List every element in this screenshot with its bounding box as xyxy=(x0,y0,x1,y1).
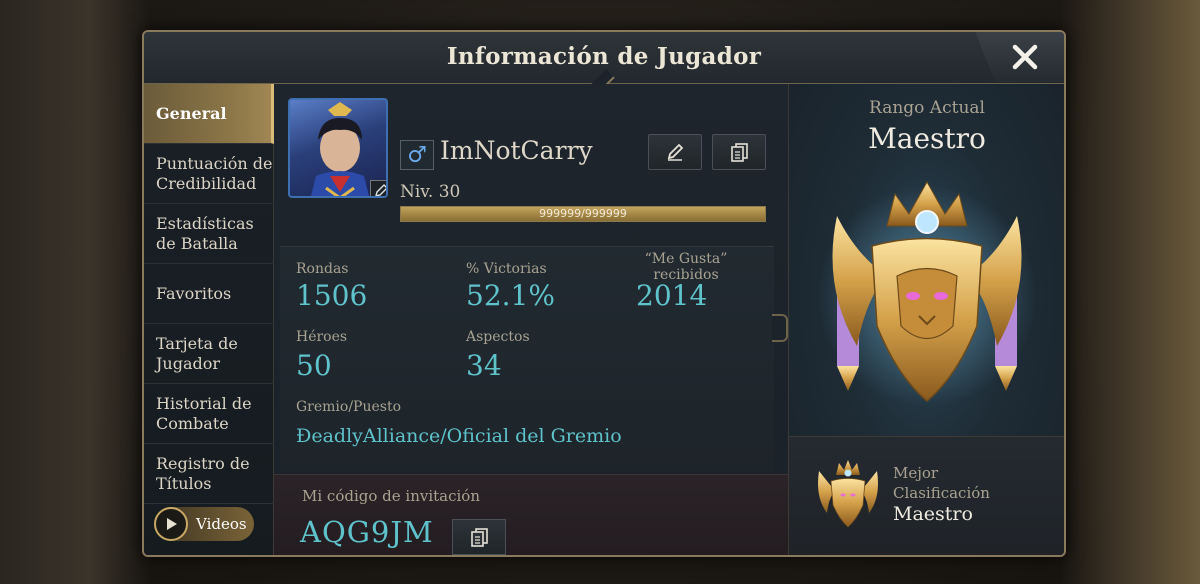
avatar-edit-icon[interactable] xyxy=(370,180,386,196)
copy-invite-button[interactable] xyxy=(452,519,506,555)
nav-item-general[interactable]: General xyxy=(144,84,274,144)
close-icon xyxy=(1012,44,1038,70)
heroes-label: Héroes xyxy=(296,329,348,345)
guild-value: ÐeadlyAlliance/Oficial del Gremio xyxy=(296,425,622,447)
best-rank-panel: Mejor Clasificación Maestro xyxy=(789,436,1064,555)
copy-icon xyxy=(471,528,488,547)
winrate-label: % Victorias xyxy=(466,261,547,277)
rank-panel: Rango Actual Maestro Mejor Clasificación… xyxy=(788,84,1064,555)
skins-value: 34 xyxy=(466,349,502,382)
nav-item-label: Estadísticas de Batalla xyxy=(156,213,254,253)
rounds-value: 1506 xyxy=(296,279,368,312)
background-left xyxy=(0,0,150,584)
current-rank-label: Rango Actual xyxy=(869,98,985,118)
invite-code: AQG9JM xyxy=(300,515,434,549)
avatar[interactable] xyxy=(288,98,388,198)
likes-value: 2014 xyxy=(636,279,708,312)
copy-icon xyxy=(731,143,748,162)
player-name: ImNotCarry xyxy=(440,136,593,165)
heroes-value: 50 xyxy=(296,349,332,382)
player-level: Niv. 30 xyxy=(400,182,461,202)
nav-item-player-card[interactable]: Tarjeta de Jugador xyxy=(144,324,274,384)
nav-item-label: Registro de Títulos xyxy=(156,453,250,493)
side-nav: General Puntuación de Credibilidad Estad… xyxy=(144,84,274,555)
guild-label: Gremio/Puesto xyxy=(296,399,402,415)
panel-divider-handle xyxy=(772,314,788,342)
copy-name-button[interactable] xyxy=(712,134,766,170)
invite-label: Mi código de invitación xyxy=(302,487,480,505)
xp-text: 999999/999999 xyxy=(539,207,627,220)
nav-item-combat-history[interactable]: Historial de Combate xyxy=(144,384,274,444)
player-info-window: Información de Jugador General Puntuació… xyxy=(142,30,1066,557)
nav-item-credibility[interactable]: Puntuación de Credibilidad xyxy=(144,144,274,204)
nav-item-label: Historial de Combate xyxy=(156,393,252,433)
xp-bar: 999999/999999 xyxy=(400,206,766,222)
general-panel: ♂ ImNotCarry Niv. 30 999999/999999 Ronda… xyxy=(274,84,788,555)
master-rank-emblem xyxy=(817,180,1037,406)
play-icon xyxy=(154,507,188,541)
nav-item-favorites[interactable]: Favoritos xyxy=(144,264,274,324)
stats-panel: Rondas 1506 % Victorias 52.1% “Me Gusta”… xyxy=(280,246,774,472)
invite-panel: Mi código de invitación AQG9JM xyxy=(274,474,788,555)
rounds-label: Rondas xyxy=(296,261,349,277)
nav-item-label: Tarjeta de Jugador xyxy=(156,333,238,373)
best-rank-label: Mejor Clasificación xyxy=(893,464,990,502)
pencil-icon xyxy=(667,143,684,161)
nav-item-label: General xyxy=(156,103,227,123)
videos-label: Videos xyxy=(196,515,247,533)
winrate-value: 52.1% xyxy=(466,279,555,312)
best-rank-value: Maestro xyxy=(893,503,973,525)
likes-label-line-1: “Me Gusta” xyxy=(644,251,728,267)
background-right xyxy=(1060,0,1200,584)
gender-icon: ♂ xyxy=(400,140,434,170)
nav-item-label: Favoritos xyxy=(156,283,232,303)
edit-name-button[interactable] xyxy=(648,134,702,170)
best-rank-emblem xyxy=(818,460,878,528)
nav-item-title-log[interactable]: Registro de Títulos xyxy=(144,444,274,504)
videos-button[interactable]: Videos xyxy=(154,507,254,541)
nav-item-label: Puntuación de Credibilidad xyxy=(156,153,273,193)
nav-item-battle-stats[interactable]: Estadísticas de Batalla xyxy=(144,204,274,264)
current-rank-value: Maestro xyxy=(868,122,986,155)
skins-label: Aspectos xyxy=(466,329,530,345)
